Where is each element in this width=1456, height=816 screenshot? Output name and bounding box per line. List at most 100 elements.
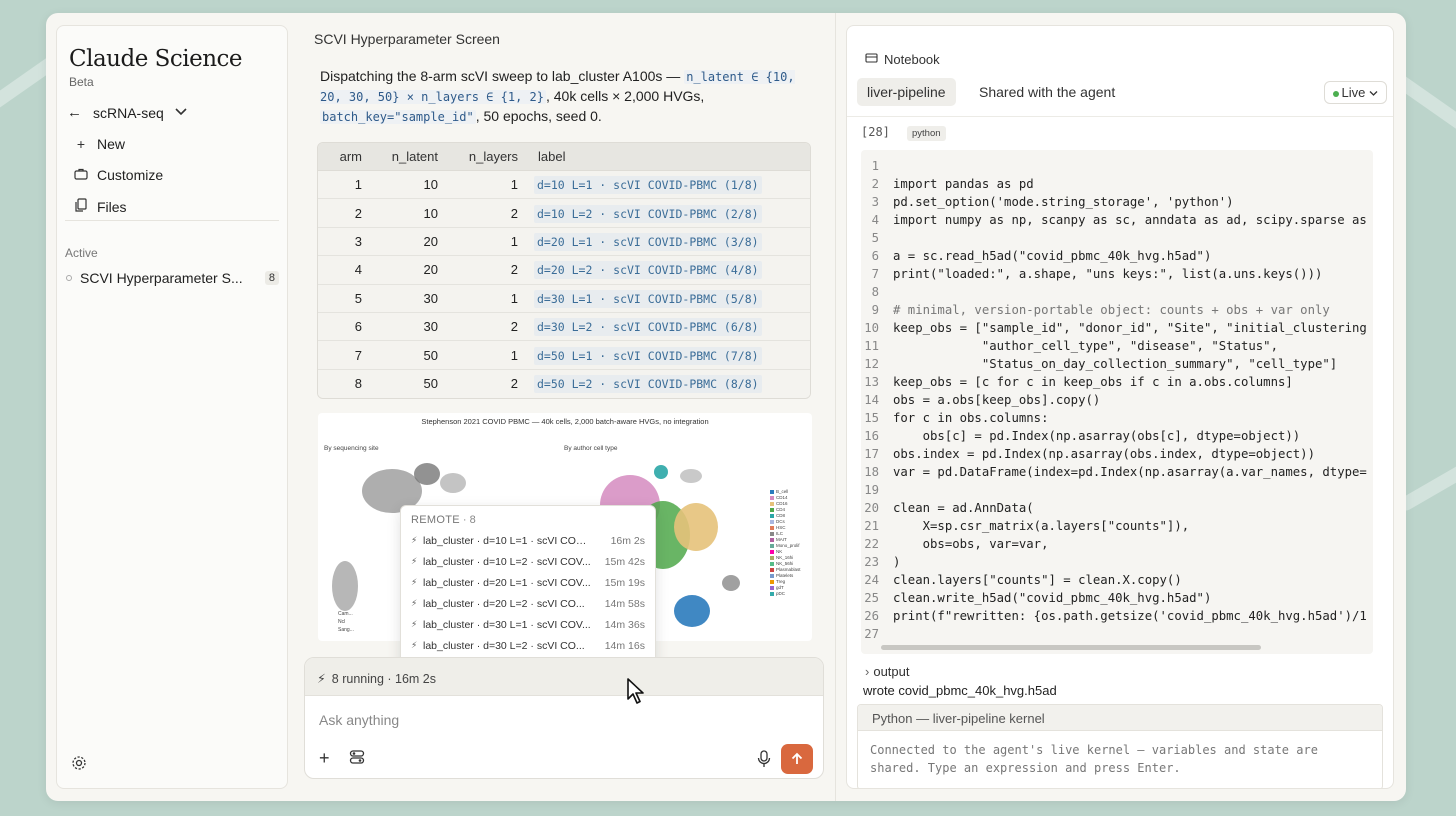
code-line: 6 a = sc.read_h5ad("covid_pbmc_40k_hvg.h5… xyxy=(861,247,1373,265)
output-toggle[interactable]: › output xyxy=(865,664,910,679)
app-window: Claude Science Beta ← scRNA-seq + New Cu… xyxy=(46,13,1406,801)
project-selector[interactable]: ← scRNA-seq xyxy=(67,104,188,121)
table-cell: d=30 L=2 · scVI COVID-PBMC (6/8) xyxy=(528,312,810,342)
remote-job-time: 16m 2s xyxy=(610,534,645,547)
live-dropdown[interactable]: Live xyxy=(1323,81,1387,104)
remote-job-time: 15m 19s xyxy=(604,576,645,589)
attach-plus-icon[interactable]: + xyxy=(319,748,330,769)
table-cell: 2 xyxy=(448,369,528,399)
notebook-icon xyxy=(865,52,878,67)
remote-header: REMOTE · 8 xyxy=(411,514,476,526)
run-label: d=50 L=1 · scVI COVID-PBMC (7/8) xyxy=(534,346,762,365)
line-number: 20 xyxy=(864,501,879,515)
code-line: 19 xyxy=(861,481,1373,499)
table-cell: 50 xyxy=(372,341,448,370)
microphone-icon[interactable] xyxy=(757,750,771,771)
chevron-right-icon: › xyxy=(865,664,870,679)
line-number: 22 xyxy=(864,537,879,551)
table-cell: 20 xyxy=(372,256,448,285)
line-number: 27 xyxy=(864,627,879,641)
code-line: 15 for c in obs.columns: xyxy=(861,409,1373,427)
table-cell: d=20 L=2 · scVI COVID-PBMC (4/8) xyxy=(528,256,810,285)
project-name: scRNA-seq xyxy=(93,104,164,121)
line-number: 1 xyxy=(871,159,879,173)
chat-panel: SCVI Hyperparameter Screen Dispatching t… xyxy=(304,13,834,801)
legend-entry: Ncl xyxy=(338,619,346,625)
running-status-bar[interactable]: ⚡ 8 running · 16m 2s xyxy=(305,658,823,696)
table-cell: 1 xyxy=(448,341,528,370)
code-line: 12 "Status_on_day_collection_summary", "… xyxy=(861,355,1373,373)
cell-output: wrote covid_pbmc_40k_hvg.h5ad xyxy=(863,683,1057,698)
remote-job-item[interactable]: ⚡ lab_cluster · d=30 L=2 · scVI CO... 14m … xyxy=(411,635,645,656)
back-arrow-icon[interactable]: ← xyxy=(67,104,83,121)
kernel-console[interactable]: Python — liver-pipeline kernel Connected… xyxy=(857,704,1383,788)
remote-job-label: lab_cluster · d=20 L=1 · scVI COV... xyxy=(423,576,591,589)
code-text: pd.set_option('mode.string_storage', 'py… xyxy=(893,195,1234,209)
lightning-icon: ⚡ xyxy=(411,577,418,587)
table-cell: 2 xyxy=(448,199,528,228)
table-cell: 20 xyxy=(372,227,448,257)
tools-icon[interactable] xyxy=(349,749,365,769)
session-title: SCVI Hyperparameter S... xyxy=(80,270,243,286)
col-header: n_latent xyxy=(372,143,448,171)
remote-job-item[interactable]: ⚡ lab_cluster · d=20 L=2 · scVI CO... 14m … xyxy=(411,593,645,614)
code-line: 24 clean.layers["counts"] = clean.X.copy(… xyxy=(861,571,1373,589)
run-label: d=30 L=2 · scVI COVID-PBMC (6/8) xyxy=(534,318,762,337)
nav-item-customize[interactable]: Customize xyxy=(73,167,163,183)
table-cell: 3 xyxy=(318,227,372,257)
kernel-input[interactable]: Connected to the agent's live kernel — v… xyxy=(858,731,1382,787)
remote-job-item[interactable]: ⚡ lab_cluster · d=10 L=1 · scVI COVI... 16… xyxy=(411,530,645,551)
run-label: d=10 L=1 · scVI COVID-PBMC (1/8) xyxy=(534,176,762,195)
code-line: 13 keep_obs = [c for c in keep_obs if c i… xyxy=(861,373,1373,391)
output-label: output xyxy=(873,664,910,679)
horizontal-scrollbar[interactable] xyxy=(881,645,1261,650)
nav-item-files[interactable]: Files xyxy=(73,198,127,215)
code-line: 23) xyxy=(861,553,1373,571)
table-row: 3 20 1 d=20 L=1 · scVI COVID-PBMC (3/8) xyxy=(318,227,810,257)
remote-job-item[interactable]: ⚡ lab_cluster · d=10 L=2 · scVI COV... 15m… xyxy=(411,551,645,572)
line-number: 3 xyxy=(871,195,879,209)
code-text: # minimal, version-portable object: coun… xyxy=(893,303,1330,317)
cell-execution-count: [28] xyxy=(861,125,890,139)
nav-item-new[interactable]: + New xyxy=(73,136,125,152)
table-cell: 2 xyxy=(448,256,528,285)
table-cell: d=50 L=1 · scVI COVID-PBMC (7/8) xyxy=(528,341,810,370)
legend-entry: Sang... xyxy=(338,627,354,633)
message-text: , 40k cells × 2,000 HVGs, xyxy=(545,88,705,104)
code-text: var = pd.DataFrame(index=pd.Index(np.asa… xyxy=(893,465,1367,479)
table-row: 6 30 2 d=30 L=2 · scVI COVID-PBMC (6/8) xyxy=(318,312,810,342)
table-cell: 2 xyxy=(448,312,528,342)
notebook-divider xyxy=(847,116,1393,117)
tab-liver-pipeline[interactable]: liver-pipeline xyxy=(857,78,956,106)
chat-input[interactable]: Ask anything xyxy=(319,712,399,728)
send-button[interactable] xyxy=(781,744,813,774)
line-number: 25 xyxy=(864,591,879,605)
table-cell: 5 xyxy=(318,284,372,313)
chat-composer: ⚡ 8 running · 16m 2s Ask anything + xyxy=(304,657,824,779)
code-line: 18 var = pd.DataFrame(index=pd.Index(np.a… xyxy=(861,463,1373,481)
umap-cluster xyxy=(680,469,702,483)
line-number: 8 xyxy=(871,285,879,299)
code-line: 26 print(f"rewritten: {os.path.getsize('c… xyxy=(861,607,1373,625)
code-cell[interactable]: 1 2 import pandas as pd 3 pd.set_option('mod… xyxy=(861,150,1373,654)
chevron-down-icon[interactable] xyxy=(174,106,188,120)
remote-job-item[interactable]: ⚡ lab_cluster · d=30 L=1 · scVI COV... 14m… xyxy=(411,614,645,635)
active-session-item[interactable]: SCVI Hyperparameter S... 8 xyxy=(65,270,279,286)
code-text: keep_obs = [c for c in keep_obs if c in … xyxy=(893,375,1293,389)
notebook-panel: Notebook liver-pipeline Shared with the … xyxy=(846,25,1394,789)
code-text: clean.layers["counts"] = clean.X.copy() xyxy=(893,573,1182,587)
code-line: 20 clean = ad.AnnData( xyxy=(861,499,1373,517)
remote-job-label: lab_cluster · d=30 L=1 · scVI COV... xyxy=(423,618,591,631)
code-text: print("loaded:", a.shape, "uns keys:", l… xyxy=(893,267,1323,281)
umap-cluster xyxy=(674,503,718,551)
panel-divider xyxy=(835,13,836,801)
remote-job-item[interactable]: ⚡ lab_cluster · d=20 L=1 · scVI COV... 15m… xyxy=(411,572,645,593)
remote-job-time: 15m 42s xyxy=(604,555,645,568)
brand-logo: Claude Science xyxy=(69,46,243,72)
lightning-icon: ⚡ xyxy=(411,619,418,629)
tab-shared-with-agent[interactable]: Shared with the agent xyxy=(969,78,1125,106)
line-number: 26 xyxy=(864,609,879,623)
files-icon xyxy=(73,198,89,215)
settings-gear-icon[interactable] xyxy=(71,755,87,776)
chat-title: SCVI Hyperparameter Screen xyxy=(314,31,500,47)
